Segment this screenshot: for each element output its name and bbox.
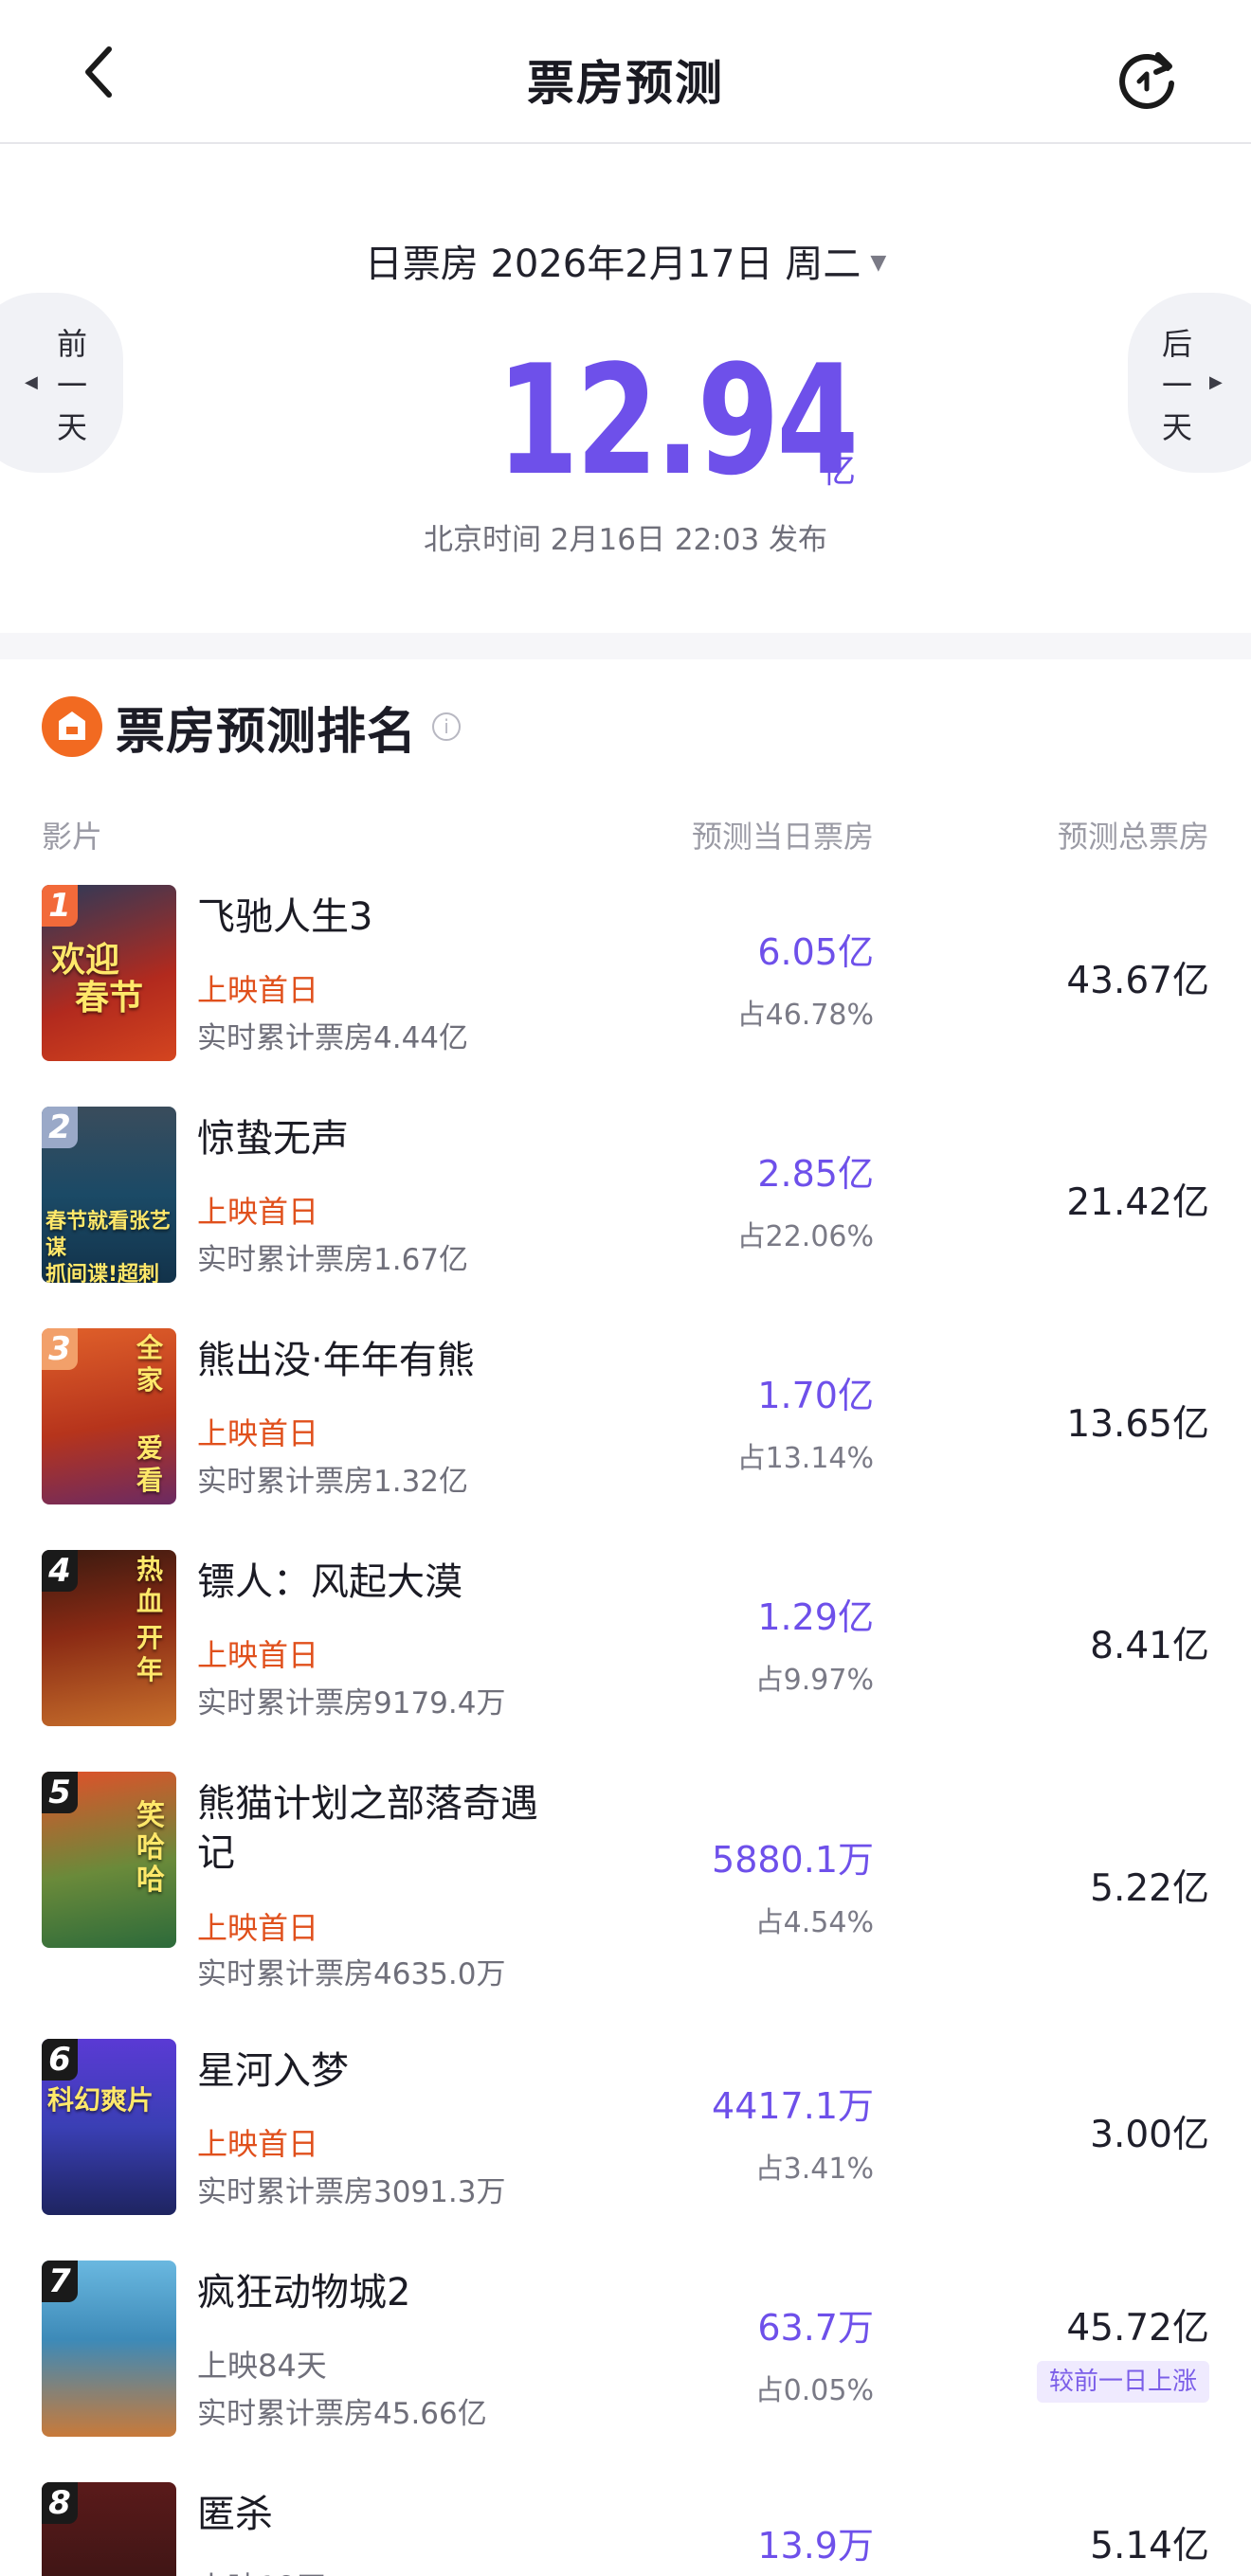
release-status: 上映19天 — [197, 2564, 327, 2576]
movie-poster: 3 全家 爱看 — [42, 1328, 176, 1504]
cumulative-box-office: 实时累计票房1.67亿 — [197, 1243, 469, 1277]
movie-title: 熊猫计划之部落奇遇记 — [197, 1782, 538, 1875]
cumulative-box-office: 实时累计票房45.66亿 — [197, 2397, 487, 2431]
column-header-day: 预测当日票房 — [691, 819, 874, 855]
column-header-film: 影片 — [42, 819, 103, 855]
cumulative-box-office: 实时累计票房9179.4万 — [197, 1686, 506, 1720]
predicted-total-box-office: 43.67亿 — [1066, 960, 1209, 1002]
movie-title: 熊出没·年年有熊 — [197, 1339, 475, 1382]
rank-number: 2 — [42, 1107, 78, 1148]
publish-time: 北京时间 2月16日 22:03 发布 — [423, 523, 828, 557]
cumulative-box-office: 实时累计票房3091.3万 — [197, 2175, 506, 2209]
day-share: 占13.14% — [736, 1442, 874, 1475]
movie-title: 惊蛰无声 — [197, 1117, 349, 1161]
rank-number: 6 — [42, 2039, 78, 2081]
movie-poster: 7 — [42, 2261, 176, 2437]
total-value: 12.94 — [496, 332, 859, 509]
movie-poster: 5 笑哈哈 — [42, 1772, 176, 1948]
release-status: 上映首日 — [197, 1194, 319, 1230]
day-share: 占3.41% — [754, 2153, 874, 2186]
predicted-day-box-office: 1.29亿 — [757, 1596, 874, 1638]
cumulative-box-office: 实时累计票房1.32亿 — [197, 1465, 469, 1499]
section-divider — [0, 633, 1251, 659]
day-share: 占9.97% — [754, 1664, 874, 1697]
predicted-day-box-office: 1.70亿 — [757, 1375, 874, 1416]
movie-poster: 4 热血 开年 — [42, 1550, 176, 1726]
predicted-total-box-office: 8.41亿 — [1090, 1625, 1209, 1667]
daily-box-office-panel: 日票房 2026年2月17日 周二 ▼ ◀ 前一天 ▶ 后一天 12.94亿 北京… — [0, 146, 1251, 633]
total-box-office: 12.94亿 — [0, 345, 1251, 496]
predicted-total-box-office: 13.65亿 — [1066, 1403, 1209, 1446]
predicted-total-box-office: 45.72亿 — [1066, 2307, 1209, 2350]
ranking-row[interactable]: 5 笑哈哈 熊猫计划之部落奇遇记 上映首日 实时累计票房4635.0万 5880… — [0, 1772, 1251, 1991]
rank-number: 5 — [42, 1772, 78, 1813]
ranking-row[interactable]: 3 全家 爱看 熊出没·年年有熊 上映首日 实时累计票房1.32亿 1.70亿 … — [0, 1328, 1251, 1504]
release-status: 上映84天 — [197, 2348, 327, 2384]
rank-number: 7 — [42, 2261, 78, 2302]
nav-bar: 票房预测 — [0, 0, 1251, 144]
day-share: 占4.54% — [754, 1906, 874, 1939]
ranking-row[interactable]: 1 欢迎 春节 飞驰人生3 上映首日 实时累计票房4.44亿 6.05亿 占46… — [0, 885, 1251, 1061]
trend-badge: 较前一日上涨 — [1037, 2361, 1209, 2403]
predicted-total-box-office: 21.42亿 — [1066, 1181, 1209, 1224]
ticket-logo-icon — [42, 696, 102, 757]
cumulative-box-office: 实时累计票房4635.0万 — [197, 1957, 506, 1991]
movie-title: 星河入梦 — [197, 2049, 349, 2093]
date-selector[interactable]: 日票房 2026年2月17日 周二 ▼ — [0, 233, 1251, 288]
rank-number: 8 — [42, 2482, 78, 2524]
release-status: 上映首日 — [197, 972, 319, 1008]
movie-title: 飞驰人生3 — [197, 895, 373, 939]
day-share: 占22.06% — [736, 1220, 874, 1253]
cumulative-box-office: 实时累计票房4.44亿 — [197, 1021, 469, 1055]
ranking-row[interactable]: 4 热血 开年 镖人：风起大漠 上映首日 实时累计票房9179.4万 1.29亿… — [0, 1550, 1251, 1726]
movie-poster: 1 欢迎 春节 — [42, 885, 176, 1061]
rank-number: 3 — [42, 1328, 78, 1370]
predicted-day-box-office: 63.7万 — [757, 2307, 874, 2349]
rank-number: 1 — [42, 885, 78, 927]
ranking-row[interactable]: 7 疯狂动物城2 上映84天 实时累计票房45.66亿 63.7万 占0.05%… — [0, 2261, 1251, 2437]
movie-poster: 2 春节就看张艺谋抓间谍!超刺激! — [42, 1107, 176, 1283]
predicted-total-box-office: 5.22亿 — [1090, 1867, 1209, 1910]
ranking-row[interactable]: 6 科幻爽片 星河入梦 上映首日 实时累计票房3091.3万 4417.1万 占… — [0, 2039, 1251, 2215]
predicted-total-box-office: 5.14亿 — [1090, 2525, 1209, 2567]
predicted-day-box-office: 13.9万 — [757, 2525, 874, 2567]
day-share: 占0.05% — [754, 2374, 874, 2407]
movie-title: 匿杀 — [197, 2493, 273, 2536]
refresh-icon — [1119, 52, 1174, 109]
column-header-total: 预测总票房 — [1057, 819, 1209, 855]
release-status: 上映首日 — [197, 1910, 319, 1946]
ranking-header: 票房预测排名 i — [42, 694, 462, 761]
movie-title: 疯狂动物城2 — [197, 2271, 411, 2315]
rank-number: 4 — [42, 1550, 78, 1592]
predicted-day-box-office: 5880.1万 — [712, 1839, 874, 1881]
caret-down-icon: ▼ — [870, 250, 887, 275]
movie-title: 镖人：风起大漠 — [197, 1560, 462, 1604]
predicted-total-box-office: 3.00亿 — [1090, 2114, 1209, 2156]
release-status: 上映首日 — [197, 2126, 319, 2162]
refresh-button[interactable] — [1115, 45, 1181, 112]
release-status: 上映首日 — [197, 1637, 319, 1673]
ranking-title: 票房预测排名 — [116, 703, 418, 761]
day-share: 占46.78% — [736, 999, 874, 1032]
movie-poster: 6 科幻爽片 — [42, 2039, 176, 2215]
release-status: 上映首日 — [197, 1415, 319, 1451]
total-unit: 亿 — [822, 452, 857, 491]
ranking-row[interactable]: 8 匿杀 上映19天 13.9万 5.14亿 — [0, 2482, 1251, 2576]
movie-poster: 8 — [42, 2482, 176, 2576]
ranking-row[interactable]: 2 春节就看张艺谋抓间谍!超刺激! 惊蛰无声 上映首日 实时累计票房1.67亿 … — [0, 1107, 1251, 1283]
info-icon[interactable]: i — [432, 712, 462, 741]
date-label: 日票房 2026年2月17日 周二 — [364, 243, 861, 286]
predicted-day-box-office: 6.05亿 — [757, 931, 874, 973]
predicted-day-box-office: 4417.1万 — [712, 2085, 874, 2127]
predicted-day-box-office: 2.85亿 — [757, 1153, 874, 1195]
page-title: 票房预测 — [527, 56, 724, 111]
